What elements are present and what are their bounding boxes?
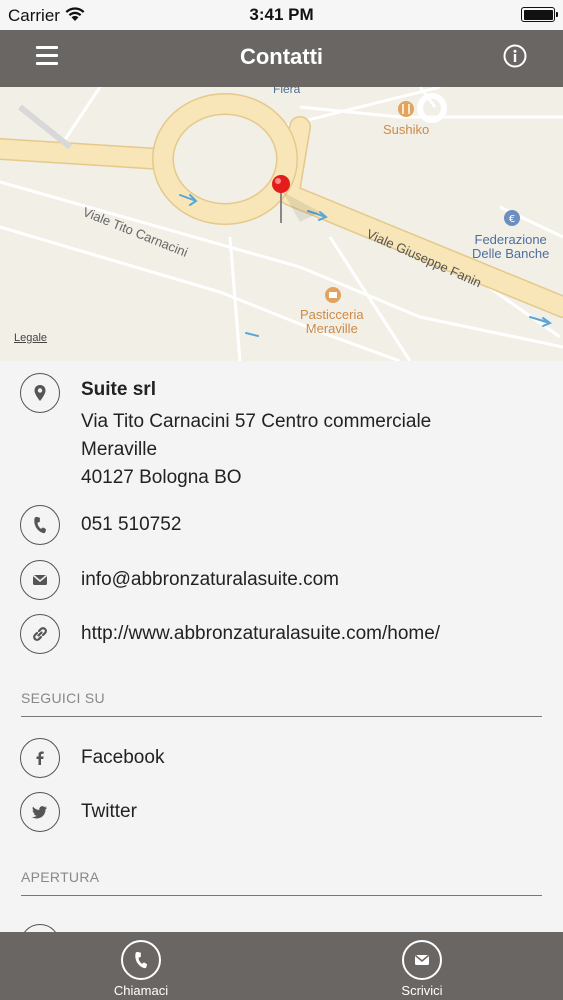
clock: 3:41 PM — [249, 5, 314, 24]
address-line-2: Meraville — [81, 439, 158, 460]
email-address: info@abbronzaturalasuite.com — [81, 569, 339, 590]
bottom-action-bar: Chiamaci Scrivici — [0, 932, 563, 1000]
restaurant-marker — [398, 101, 414, 117]
phone-row[interactable]: 051 510752 — [0, 501, 563, 551]
map-label-fiera: Fiera — [273, 87, 301, 96]
map-roads: € — [0, 87, 563, 361]
address-line-3: 40127 Bologna BO — [81, 467, 242, 488]
phone-icon — [121, 940, 161, 980]
map-legal-link[interactable]: Legale — [14, 332, 47, 344]
nav-bar: Contatti — [0, 30, 563, 87]
email-row[interactable]: info@abbronzaturalasuite.com — [0, 556, 563, 606]
map-label-pasticceria: Pasticceria Meraville — [300, 308, 364, 336]
write-button[interactable]: Scrivici — [362, 940, 482, 998]
location-pin-icon — [20, 373, 60, 413]
hamburger-menu-icon[interactable] — [36, 46, 58, 66]
write-button-label: Scrivici — [401, 983, 443, 998]
info-icon[interactable] — [503, 44, 527, 68]
envelope-icon — [402, 940, 442, 980]
website-url: http://www.abbronzaturalasuite.com/home/ — [81, 623, 441, 644]
map-label-federazione-line1: Federazione — [474, 232, 547, 247]
website-row[interactable]: http://www.abbronzaturalasuite.com/home/ — [0, 610, 563, 660]
section-divider — [21, 716, 542, 717]
section-title-social: SEGUICI SU — [21, 690, 105, 706]
contact-details: Suite srl Via Tito Carnacini 57 Centro c… — [0, 361, 563, 964]
call-button[interactable]: Chiamaci — [81, 940, 201, 998]
section-divider — [21, 895, 542, 896]
svg-text:€: € — [509, 214, 515, 225]
social-label-facebook: Facebook — [81, 747, 165, 768]
page-title: Contatti — [239, 44, 324, 69]
facebook-icon — [20, 738, 60, 778]
twitter-icon — [20, 792, 60, 832]
envelope-icon — [20, 560, 60, 600]
section-title-opening: APERTURA — [21, 869, 100, 885]
phone-number: 051 510752 — [81, 514, 182, 535]
link-icon — [20, 614, 60, 654]
social-label-twitter: Twitter — [81, 801, 137, 822]
map-view[interactable]: € Fiera Sushiko Viale Tito Carnacini Via… — [0, 87, 563, 361]
map-label-pasticceria-line2: Meraville — [305, 321, 358, 336]
company-name: Suite srl — [81, 379, 156, 400]
social-item-twitter[interactable]: Twitter — [0, 788, 563, 838]
battery-icon — [521, 7, 558, 22]
phone-icon — [20, 505, 60, 545]
status-bar: Carrier 3:41 PM — [0, 0, 563, 30]
map-label-federazione-line2: Delle Banche — [472, 246, 550, 261]
map-label-sushiko: Sushiko — [383, 122, 430, 137]
address-line-1: Via Tito Carnacini 57 Centro commerciale — [81, 411, 432, 432]
call-button-label: Chiamaci — [113, 983, 169, 998]
map-label-pasticceria-line1: Pasticceria — [300, 307, 364, 322]
map-label-federazione: Federazione Delle Banche — [472, 233, 549, 261]
social-item-facebook[interactable]: Facebook — [0, 734, 563, 784]
